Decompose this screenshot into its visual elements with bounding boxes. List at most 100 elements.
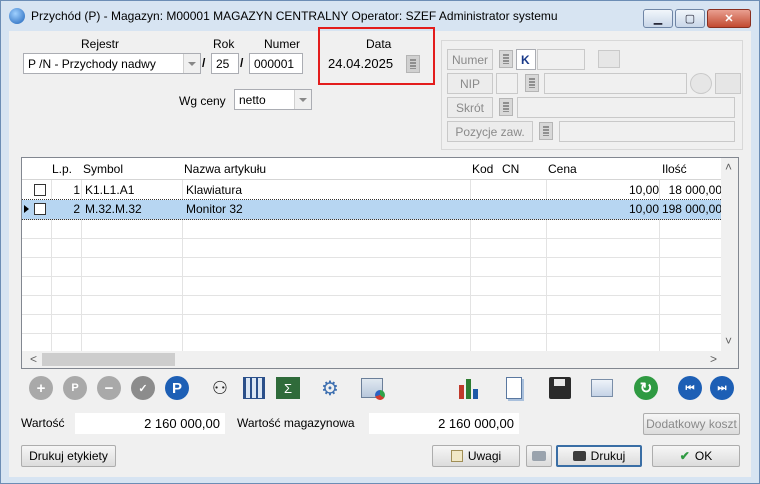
- note-icon: [450, 450, 463, 462]
- rok-field[interactable]: 25: [211, 53, 239, 74]
- last-icon[interactable]: ⏭: [709, 375, 735, 401]
- list-icon[interactable]: [499, 98, 513, 116]
- table-row[interactable]: 1 K1.L1.A1 Klawiatura 10,00 18 000,00: [22, 181, 722, 200]
- wg-ceny-combo[interactable]: netto: [234, 89, 312, 110]
- pozycje-zaw-button[interactable]: Pozycje zaw.: [447, 121, 533, 142]
- globe-icon[interactable]: [690, 73, 712, 94]
- items-table[interactable]: L.p. Symbol Nazwa artykułu Kod CN Cena I…: [21, 157, 739, 369]
- wartosc-value: 2 160 000,00: [144, 416, 220, 431]
- wg-ceny-label: Wg ceny: [179, 94, 226, 108]
- cell-lp: 1: [73, 183, 80, 197]
- map-icon[interactable]: [715, 73, 741, 94]
- wartosc-label: Wartość: [21, 416, 65, 430]
- rok-label: Rok: [213, 37, 235, 51]
- drukuj-etykiety-button[interactable]: Drukuj etykiety: [21, 445, 116, 467]
- horizontal-scrollbar[interactable]: < >: [22, 351, 738, 368]
- numer-button[interactable]: Numer: [447, 49, 493, 70]
- column-header[interactable]: Symbol: [83, 162, 123, 176]
- chevron-down-icon[interactable]: [294, 90, 311, 109]
- column-header[interactable]: CN: [502, 162, 519, 176]
- uwagi-label: Uwagi: [467, 449, 502, 463]
- uwagi-button[interactable]: Uwagi: [432, 445, 520, 467]
- rejestr-value: P /N - Przychody nadwy: [28, 56, 156, 71]
- wartosc-magazynowa-field: 2 160 000,00: [369, 413, 519, 434]
- wartosc-magazynowa-value: 2 160 000,00: [438, 416, 514, 431]
- row-pointer-icon: [24, 205, 29, 213]
- minimize-button[interactable]: ▁: [643, 9, 673, 28]
- numer-k-field[interactable]: K: [516, 49, 536, 70]
- calendar-icon[interactable]: [406, 55, 420, 73]
- cell-symbol: M.32.M.32: [85, 202, 142, 216]
- column-header[interactable]: Kod: [472, 162, 493, 176]
- scroll-thumb[interactable]: [42, 353, 175, 366]
- list-icon[interactable]: [499, 50, 513, 68]
- list-icon[interactable]: [539, 122, 553, 140]
- chart-pie-icon[interactable]: [359, 375, 385, 401]
- cell-lp: 2: [73, 202, 80, 216]
- printer-settings-icon: [532, 451, 546, 461]
- nip-field[interactable]: [544, 73, 687, 94]
- calculator-grid-icon[interactable]: [241, 375, 267, 401]
- table-row[interactable]: 2 M.32.M.32 Monitor 32 10,00 198 000,00: [22, 199, 723, 220]
- drukuj-label: Drukuj: [590, 449, 626, 463]
- preview-icon[interactable]: P: [62, 375, 88, 401]
- printer-settings-button[interactable]: [526, 445, 552, 467]
- copy-icon[interactable]: [589, 375, 615, 401]
- scroll-up-icon[interactable]: ˄: [725, 160, 732, 174]
- drukuj-button[interactable]: Drukuj: [556, 445, 642, 467]
- printer-icon: [572, 451, 586, 461]
- numer-k-value: K: [521, 52, 530, 67]
- list-icon[interactable]: [525, 74, 539, 92]
- column-header[interactable]: Nazwa artykułu: [184, 162, 266, 176]
- scroll-left-icon[interactable]: <: [30, 352, 37, 366]
- add-icon[interactable]: +: [28, 375, 54, 401]
- column-header[interactable]: Ilość: [662, 162, 687, 176]
- window: Przychód (P) - Magazyn: M00001 MAGAZYN C…: [0, 0, 760, 484]
- close-button[interactable]: ✕: [707, 9, 751, 28]
- cell-symbol: K1.L1.A1: [85, 183, 135, 197]
- check-icon[interactable]: ✓: [130, 375, 156, 401]
- window-title: Przychód (P) - Magazyn: M00001 MAGAZYN C…: [31, 9, 558, 23]
- separator: /: [202, 56, 206, 70]
- row-checkbox[interactable]: [34, 203, 46, 215]
- skrot-field[interactable]: [517, 97, 735, 118]
- cell-nazwa: Monitor 32: [186, 202, 243, 216]
- skrot-button[interactable]: Skrót: [447, 97, 493, 118]
- app-icon: [9, 8, 25, 24]
- cell-ilosc: 198 000,00: [661, 202, 722, 216]
- chevron-down-icon[interactable]: [183, 54, 200, 73]
- document-icon[interactable]: [501, 375, 527, 401]
- refresh-icon[interactable]: ↻: [633, 375, 659, 401]
- maximize-button[interactable]: ▢: [675, 9, 705, 28]
- bar-chart-icon[interactable]: [455, 375, 481, 401]
- vertical-scrollbar[interactable]: ˄ ˅: [721, 158, 738, 352]
- rok-value: 25: [216, 56, 230, 71]
- first-icon[interactable]: ⏮: [677, 375, 703, 401]
- scroll-down-icon[interactable]: ˅: [725, 334, 732, 348]
- separator: /: [240, 56, 244, 70]
- p-icon[interactable]: P: [164, 375, 190, 401]
- cell-cena: 10,00: [628, 183, 659, 197]
- sum-icon[interactable]: Σ: [275, 375, 301, 401]
- row-checkbox[interactable]: [34, 184, 46, 196]
- nip-button[interactable]: NIP: [447, 73, 493, 94]
- remove-icon[interactable]: −: [96, 375, 122, 401]
- table-header: L.p. Symbol Nazwa artykułu Kod CN Cena I…: [22, 158, 722, 180]
- save-icon[interactable]: [547, 375, 573, 401]
- numer-code-field[interactable]: [537, 49, 585, 70]
- nip-prefix-field[interactable]: [496, 73, 518, 94]
- binoculars-icon[interactable]: ⚇: [207, 375, 233, 401]
- rejestr-combo[interactable]: P /N - Przychody nadwy: [23, 53, 201, 74]
- pozycje-field[interactable]: [559, 121, 735, 142]
- dodatkowy-koszt-button[interactable]: Dodatkowy koszt: [643, 413, 740, 435]
- scroll-right-icon[interactable]: >: [710, 352, 717, 366]
- column-header[interactable]: L.p.: [52, 162, 72, 176]
- car-icon[interactable]: [598, 50, 620, 68]
- ok-button[interactable]: ✔ OK: [652, 445, 740, 467]
- ok-label: OK: [694, 449, 713, 463]
- numer-label: Numer: [264, 37, 301, 51]
- numer-field[interactable]: 000001: [249, 53, 303, 74]
- column-header[interactable]: Cena: [548, 162, 577, 176]
- gears-icon[interactable]: ⚙: [317, 375, 343, 401]
- document-form: Rejestr Rok Numer P /N - Przychody nadwy…: [9, 27, 751, 477]
